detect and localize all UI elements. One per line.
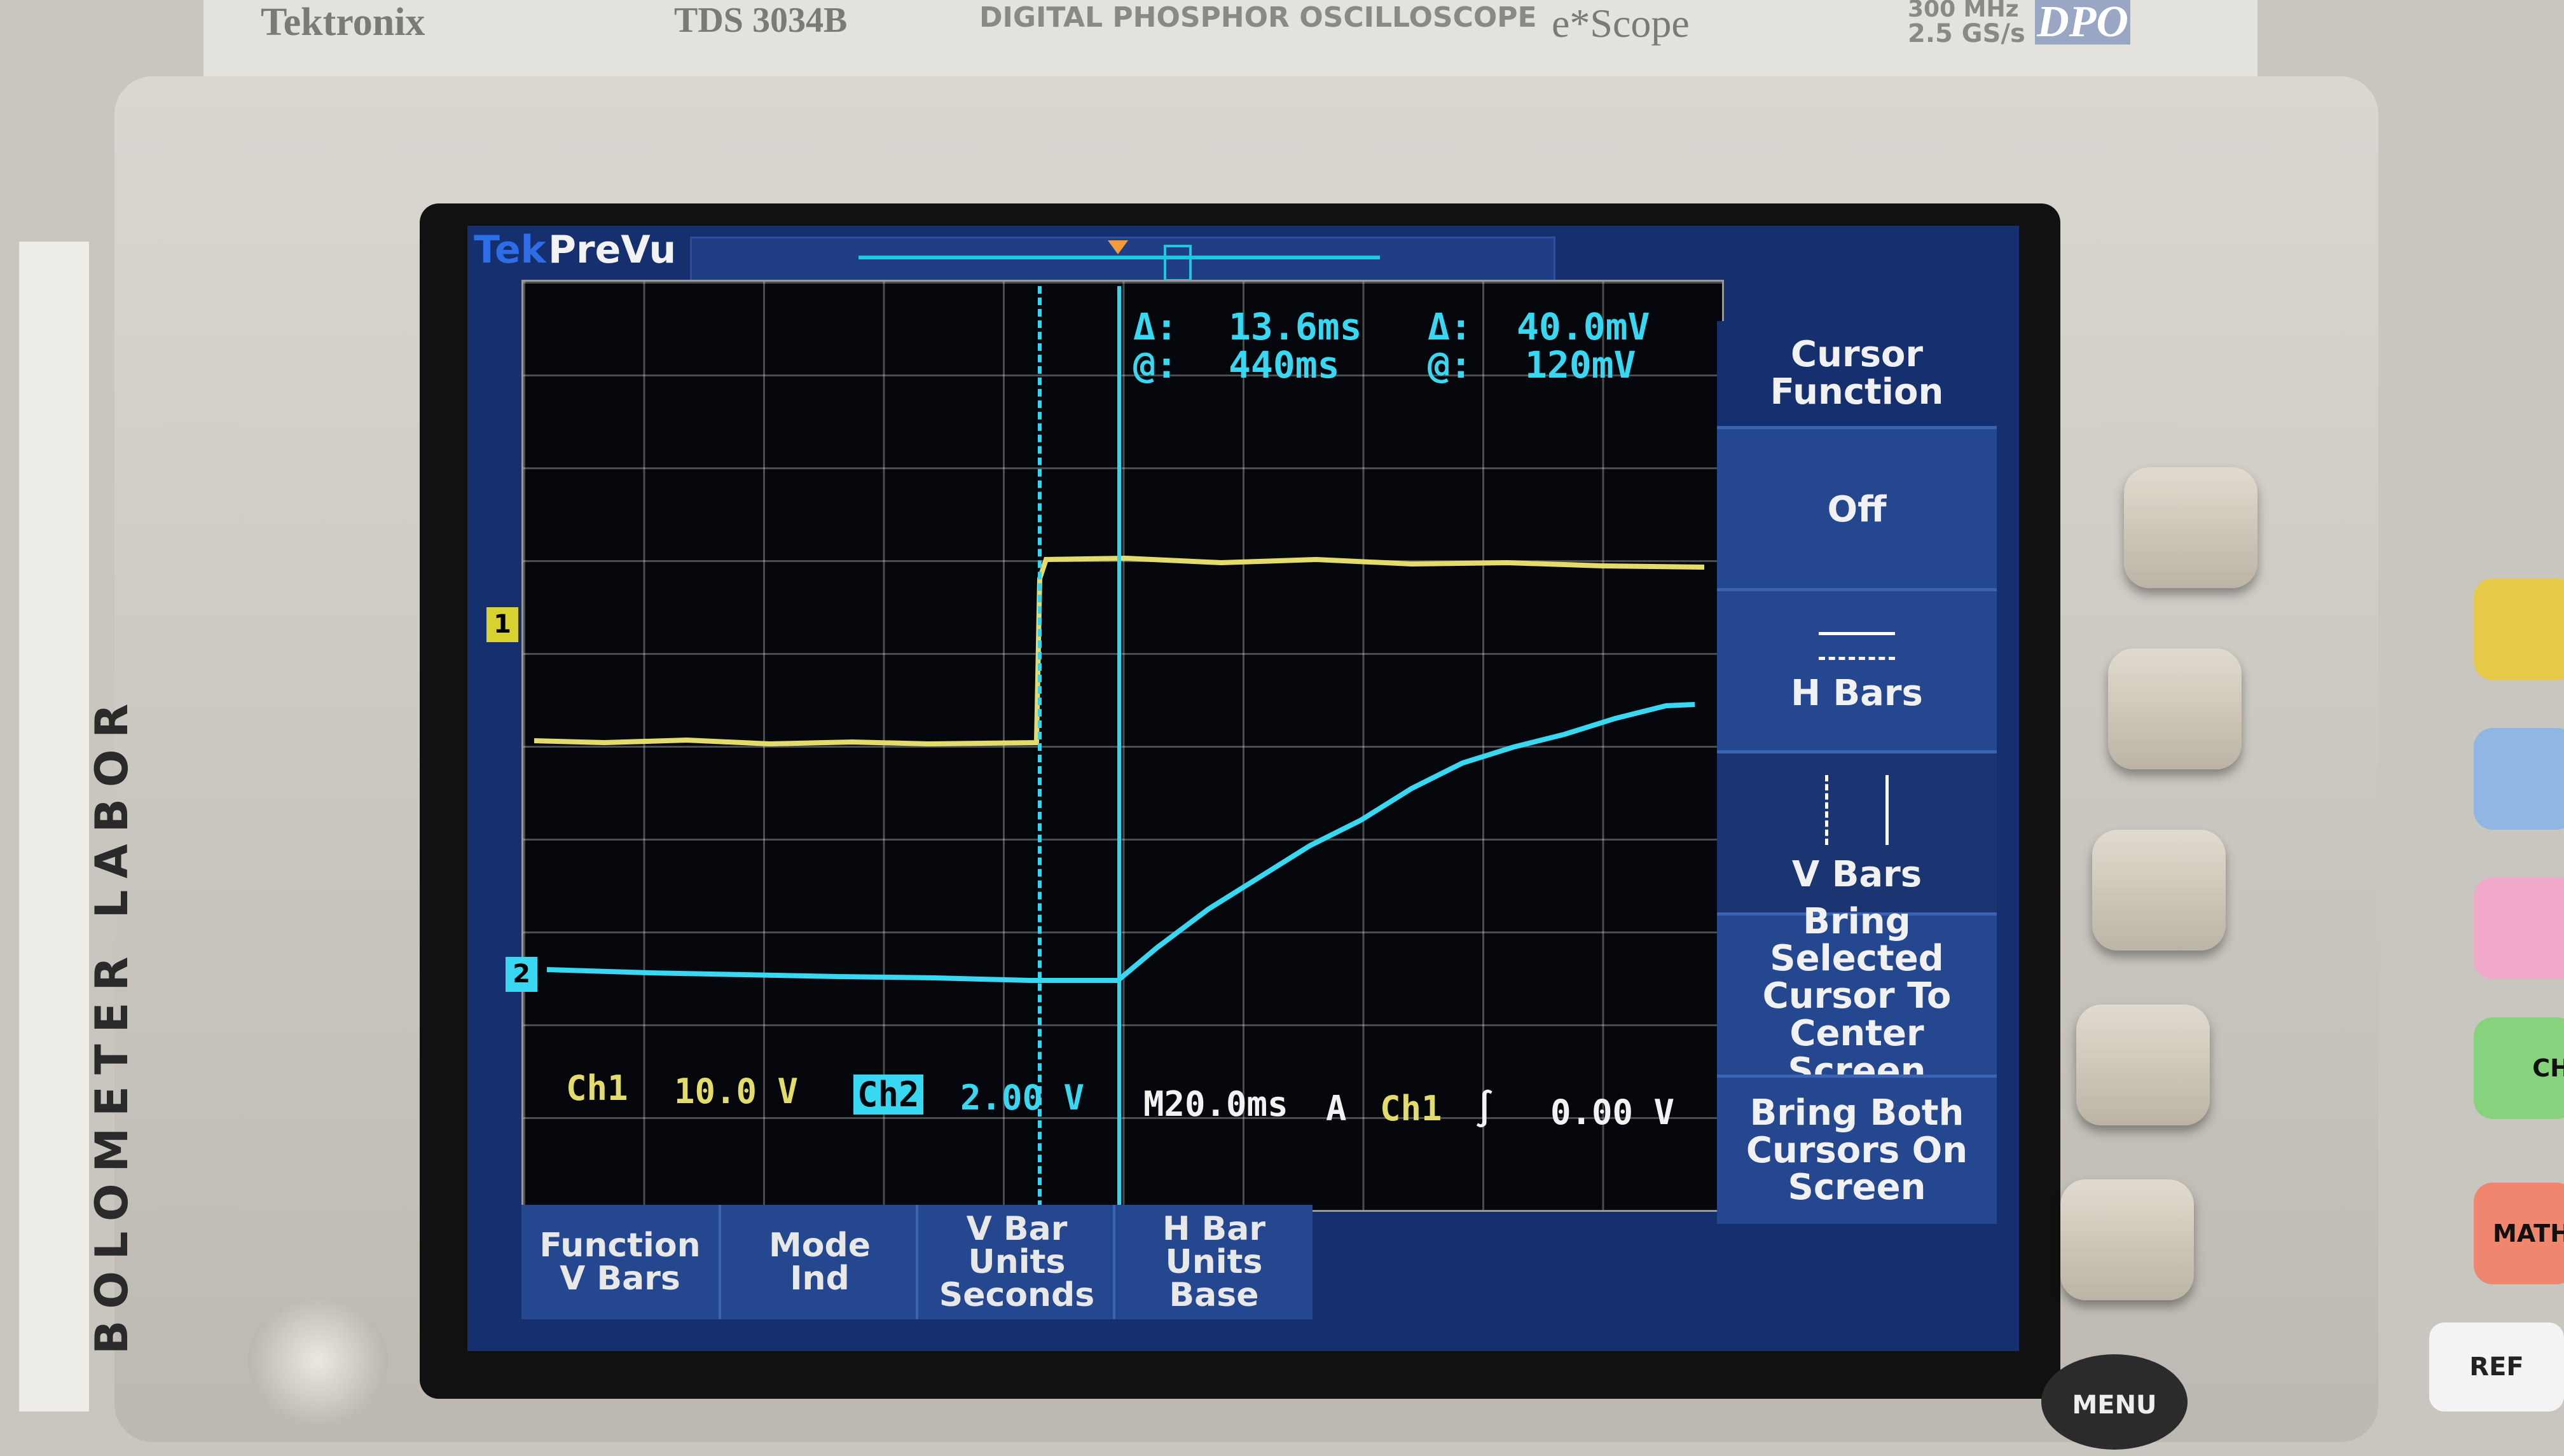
- v-bars-icon: [1825, 775, 1889, 846]
- dpo-badge: DPO: [2035, 0, 2130, 45]
- trigger-level: 0.00 V: [1550, 1092, 1675, 1132]
- ref-button[interactable]: REF: [2429, 1322, 2564, 1411]
- device-description: DIGITAL PHOSPHOR OSCILLOSCOPE: [979, 1, 1537, 34]
- record-view-window: [1164, 245, 1192, 282]
- trigger-source: Ch1: [1380, 1089, 1442, 1129]
- time-delta-symbol: Δ:: [1133, 305, 1178, 348]
- ch1-ground-marker: 1: [486, 607, 518, 642]
- side-menu-bring-selected[interactable]: Bring Selected Cursor To Center Screen: [1717, 903, 1997, 1090]
- label-strip-text: BOLOMETER LABOR: [86, 692, 138, 1354]
- sample-rate-label: 2.5 GS/s: [1908, 19, 2025, 48]
- prevu-status: PreVu: [548, 228, 677, 272]
- side-bezel-button-1[interactable]: [2124, 467, 2257, 588]
- bottom-key-mode-value: Ind: [790, 1260, 850, 1298]
- top-strip: Tektronix TDS 3034B DIGITAL PHOSPHOR OSC…: [203, 0, 2257, 79]
- brand-logo: Tektronix: [261, 1, 425, 44]
- timebase: M20.0ms: [1143, 1084, 1288, 1124]
- side-menu-v-bars-label: V Bars: [1791, 854, 1922, 896]
- side-bezel-button-5[interactable]: [2060, 1179, 2194, 1300]
- side-menu-v-bars[interactable]: V Bars: [1717, 750, 1997, 916]
- side-menu-off[interactable]: Off: [1717, 426, 1997, 591]
- pink-channel-button[interactable]: [2474, 877, 2564, 979]
- trigger-slope-icon: ∫: [1474, 1089, 1495, 1129]
- ch1-scale: 10.0 V: [674, 1071, 799, 1111]
- bottom-key-v-bar-units[interactable]: V Bar Units Seconds: [916, 1205, 1115, 1319]
- h-bars-icon: [1819, 632, 1895, 661]
- ch2-scale: 2.00 V: [960, 1078, 1085, 1118]
- time-at-value: 440ms: [1229, 343, 1340, 387]
- bottom-key-function-value: V Bars: [560, 1260, 680, 1298]
- bottom-key-mode[interactable]: Mode Ind: [719, 1205, 918, 1319]
- side-menu-h-bars[interactable]: H Bars: [1717, 588, 1997, 753]
- side-menu-h-bars-label: H Bars: [1791, 673, 1923, 715]
- bottom-key-v-bar-units-label: V Bar Units: [966, 1210, 1068, 1281]
- side-bezel-button-3[interactable]: [2092, 830, 2226, 951]
- menu-button[interactable]: MENU: [2041, 1354, 2188, 1450]
- volt-delta-symbol: Δ:: [1428, 305, 1472, 348]
- volt-at-value: 120mV: [1525, 343, 1636, 387]
- ch-button[interactable]: CH: [2474, 1017, 2564, 1119]
- time-at-symbol: @:: [1133, 343, 1178, 387]
- side-menu-title: Cursor Function: [1717, 321, 1997, 426]
- side-bezel-button-4[interactable]: [2076, 1005, 2210, 1125]
- math-button[interactable]: MATH: [2474, 1183, 2564, 1284]
- escope-logo: e*Scope: [1552, 1, 1690, 46]
- bottom-key-h-bar-units-label: H Bar Units: [1162, 1210, 1265, 1281]
- ch2-label: Ch2: [853, 1075, 923, 1115]
- ch2-ground-marker: 2: [506, 957, 537, 992]
- record-view-line: [858, 256, 1380, 259]
- side-menu-bring-both[interactable]: Bring Both Cursors On Screen: [1717, 1075, 1997, 1224]
- side-bezel-button-2[interactable]: [2108, 649, 2242, 769]
- blue-channel-button[interactable]: [2474, 728, 2564, 830]
- volt-at-symbol: @:: [1428, 343, 1472, 387]
- bottom-key-function[interactable]: Function V Bars: [521, 1205, 719, 1319]
- label-strip: [19, 242, 89, 1411]
- v-bar-cursor-2[interactable]: [1117, 286, 1121, 1208]
- model-name: TDS 3034B: [674, 1, 848, 40]
- bottom-key-h-bar-units[interactable]: H Bar Units Base: [1113, 1205, 1313, 1319]
- bottom-key-v-bar-units-value: Seconds: [939, 1276, 1095, 1314]
- tek-logo: Tek: [474, 228, 546, 272]
- trigger-position-marker: [1108, 240, 1128, 254]
- time-delta-value: 13.6ms: [1229, 305, 1362, 348]
- bottom-key-h-bar-units-value: Base: [1169, 1276, 1259, 1314]
- bottom-key-function-label: Function: [539, 1226, 701, 1265]
- bottom-key-mode-label: Mode: [769, 1226, 871, 1265]
- ch1-label: Ch1: [566, 1068, 628, 1108]
- trigger-mode: A: [1326, 1089, 1347, 1129]
- yellow-channel-button[interactable]: [2474, 579, 2564, 680]
- v-bar-cursor-1[interactable]: [1038, 286, 1042, 1208]
- volt-delta-value: 40.0mV: [1517, 305, 1650, 348]
- print-button[interactable]: [248, 1297, 388, 1424]
